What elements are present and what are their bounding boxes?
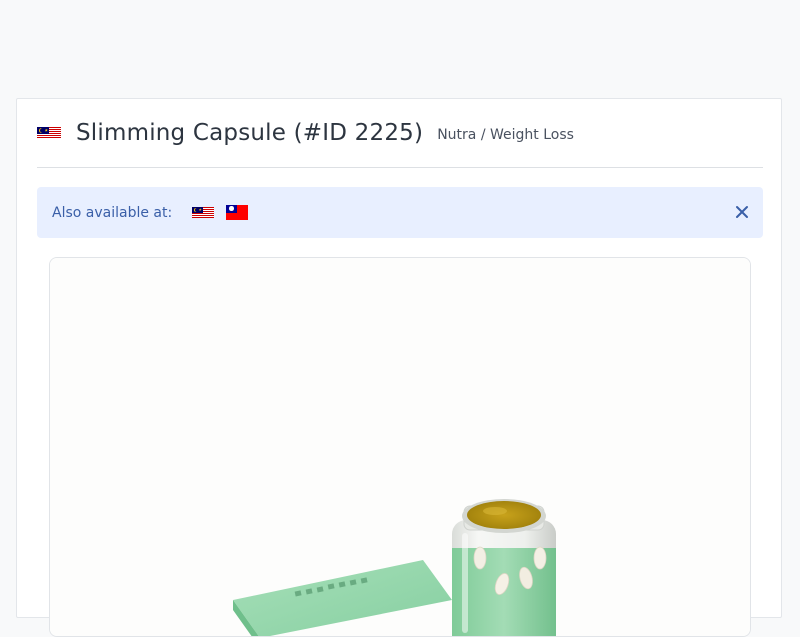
product-photo	[50, 258, 750, 636]
availability-label: Also available at:	[52, 204, 173, 221]
product-bottle	[452, 499, 556, 636]
malaysia-flag-icon	[37, 127, 61, 139]
offer-header: Slimming Capsule (#ID 2225) Nutra / Weig…	[37, 99, 763, 168]
availability-alert: Also available at:	[37, 187, 763, 238]
offer-category: Nutra / Weight Loss	[437, 127, 574, 143]
close-alert-button[interactable]	[733, 203, 751, 221]
malaysia-flag-icon[interactable]	[192, 207, 215, 218]
close-icon	[736, 206, 748, 218]
offer-title: Slimming Capsule (#ID 2225)	[76, 120, 424, 146]
product-image	[49, 257, 751, 637]
offer-card: Slimming Capsule (#ID 2225) Nutra / Weig…	[16, 98, 782, 637]
taiwan-flag-icon[interactable]	[226, 205, 249, 220]
